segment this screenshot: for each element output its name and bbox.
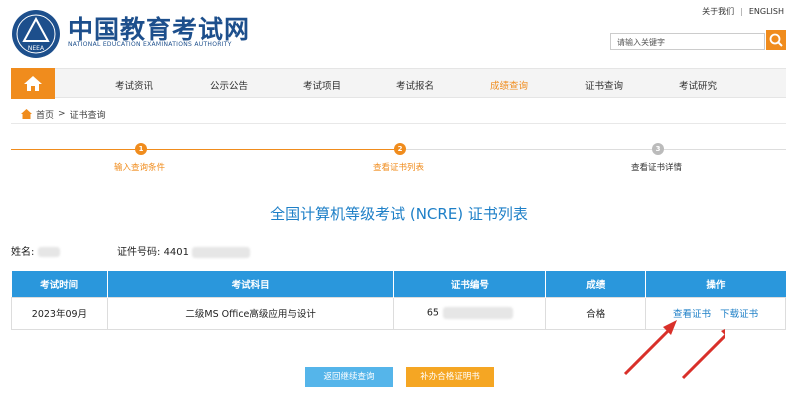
- breadcrumb-separator: >: [58, 109, 66, 119]
- english-link[interactable]: ENGLISH: [749, 7, 784, 16]
- nav-item-registration[interactable]: 考试报名: [396, 78, 434, 92]
- svg-text:NEEA: NEEA: [28, 45, 45, 52]
- redacted-name: [37, 247, 60, 257]
- header-cert-no: 证书编号: [393, 271, 547, 297]
- nav-item-announcements[interactable]: 公示公告: [210, 78, 248, 92]
- site-header: NEEA 中国教育考试网 NATIONAL EDUCATION EXAMINAT…: [0, 0, 798, 66]
- name-field: 姓名:: [11, 243, 60, 258]
- home-icon: [24, 76, 42, 91]
- supplement-certificate-button[interactable]: 补办合格证明书: [406, 367, 494, 387]
- arrow-to-download-icon: [681, 329, 725, 380]
- step-3-label: 查看证书详情: [631, 163, 683, 173]
- top-links: 关于我们 | ENGLISH: [702, 6, 784, 17]
- cert-no-value: 65: [426, 307, 439, 319]
- breadcrumb: 首页 > 证书查询: [11, 102, 786, 124]
- home-icon: [21, 109, 32, 119]
- progress-line-pending: [400, 149, 786, 150]
- divider: |: [740, 7, 743, 16]
- redacted-id: [192, 246, 251, 258]
- progress-line-done: [11, 149, 400, 150]
- id-value: 4401: [163, 247, 190, 258]
- id-label: 证件号码:: [117, 247, 161, 258]
- table-header-row: 考试时间 考试科目 证书编号 成绩 操作: [11, 271, 786, 297]
- header-subject: 考试科目: [107, 271, 395, 297]
- header-result: 成绩: [545, 271, 647, 297]
- breadcrumb-home[interactable]: 首页: [36, 108, 54, 121]
- about-link[interactable]: 关于我们: [702, 6, 734, 17]
- search-button[interactable]: [766, 30, 786, 50]
- id-field: 证件号码: 4401: [117, 243, 251, 258]
- step-3-dot: 3: [652, 143, 664, 155]
- nav-item-certificate-query[interactable]: 证书查询: [585, 78, 623, 92]
- nav-item-exam-research[interactable]: 考试研究: [679, 78, 717, 92]
- step-1-label: 输入查询条件: [114, 163, 166, 173]
- cell-exam-time: 2023年09月: [11, 296, 108, 330]
- page-title: 全国计算机等级考试 (NCRE) 证书列表: [270, 205, 528, 223]
- search-icon: [769, 33, 783, 47]
- cell-cert-no: 65: [393, 296, 547, 330]
- download-certificate-link[interactable]: 下载证书: [720, 309, 758, 320]
- step-2-dot: 2: [394, 143, 406, 155]
- cell-subject: 二级MS Office高级应用与设计: [106, 296, 395, 330]
- nav-item-exam-projects[interactable]: 考试项目: [303, 78, 341, 92]
- header-exam-time: 考试时间: [11, 271, 108, 297]
- search-input[interactable]: 请输入关键字: [610, 33, 765, 50]
- back-to-query-button[interactable]: 返回继续查询: [305, 367, 393, 387]
- breadcrumb-current: 证书查询: [69, 110, 106, 121]
- step-1-dot: 1: [135, 143, 147, 155]
- name-label: 姓名:: [11, 247, 35, 258]
- nav-item-exam-news[interactable]: 考试资讯: [115, 78, 153, 92]
- header-actions: 操作: [645, 271, 786, 297]
- redacted-cert-no: [442, 307, 513, 319]
- site-subtitle: NATIONAL EDUCATION EXAMINATIONS AUTHORIT…: [68, 41, 232, 48]
- neea-logo[interactable]: NEEA: [11, 9, 61, 59]
- arrow-to-view-icon: [623, 320, 677, 376]
- nav-home-button[interactable]: [11, 68, 55, 99]
- main-nav: 考试资讯 公示公告 考试项目 考试报名 成绩查询 证书查询 考试研究: [11, 68, 786, 99]
- annotation-arrows: [623, 320, 725, 380]
- step-2-label: 查看证书列表: [373, 163, 425, 173]
- nav-item-score-query[interactable]: 成绩查询: [490, 78, 528, 92]
